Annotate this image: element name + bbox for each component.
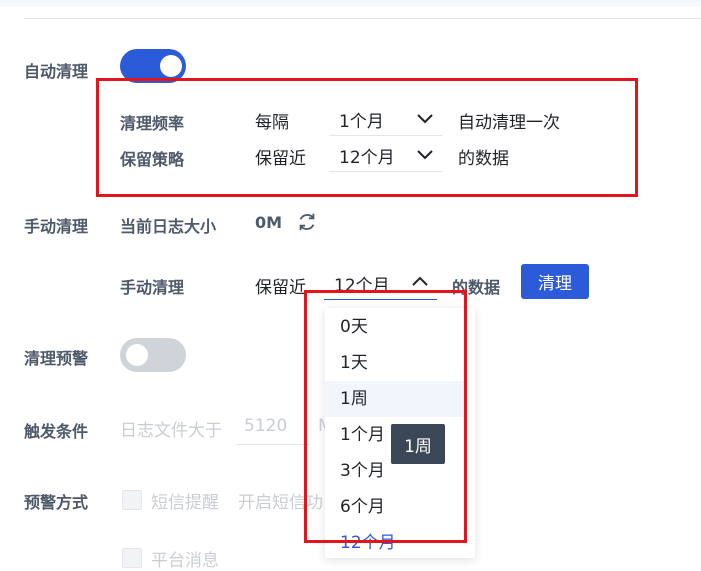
trigger-size-value: 5120 <box>244 416 288 436</box>
chevron-up-icon <box>412 276 428 286</box>
annotation-box-auto-clean <box>96 78 638 197</box>
trigger-size-input[interactable]: 5120 <box>236 410 310 445</box>
trigger-label: 触发条件 <box>24 422 89 441</box>
top-bar <box>0 0 701 7</box>
log-size-value: 0M <box>255 213 283 232</box>
auto-clean-label: 自动清理 <box>24 62 89 81</box>
manual-clean-label: 手动清理 <box>24 217 89 236</box>
switch-knob <box>160 55 182 77</box>
refresh-icon[interactable] <box>296 211 318 233</box>
warning-switch[interactable] <box>120 338 186 372</box>
platform-label: 平台消息 <box>151 551 219 571</box>
platform-checkbox[interactable] <box>122 548 142 568</box>
clean-button[interactable]: 清理 <box>521 264 589 299</box>
warning-label: 清理预警 <box>24 349 89 368</box>
trigger-text: 日志文件大于 <box>120 421 222 441</box>
switch-knob <box>126 344 148 366</box>
warning-method-label: 预警方式 <box>24 493 89 512</box>
sms-label: 短信提醒 <box>151 493 219 513</box>
manual-retention-prefix: 保留近 <box>255 278 306 298</box>
annotation-box-dropdown <box>304 290 467 543</box>
sms-checkbox[interactable] <box>122 490 142 510</box>
manual-row-label: 手动清理 <box>120 278 185 297</box>
log-size-label: 当前日志大小 <box>120 217 217 236</box>
section-divider <box>24 18 701 19</box>
